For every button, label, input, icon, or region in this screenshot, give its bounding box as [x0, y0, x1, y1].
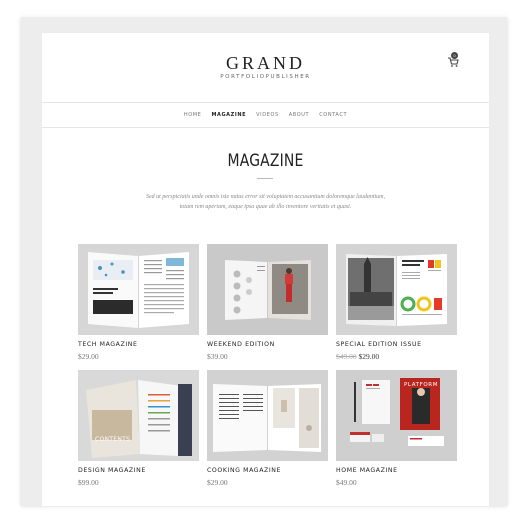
nav-item-magazine[interactable]: MAGAZINE: [211, 112, 246, 118]
product-price: $29.00: [78, 352, 99, 361]
product-image-tech[interactable]: [78, 244, 199, 335]
product-price: $99.00: [78, 478, 99, 487]
product-title[interactable]: SPECIAL EDITION ISSUE: [336, 341, 457, 348]
product-image-special[interactable]: [336, 244, 457, 335]
logo-title[interactable]: GRAND: [42, 53, 489, 74]
main-nav: HOME MAGAZINE VIDEOS ABOUT CONTACT: [42, 103, 489, 128]
product-card-tech[interactable]: TECH MAGAZINE $29.00: [78, 244, 199, 361]
product-image-home[interactable]: PLATFORM: [336, 370, 457, 461]
product-title[interactable]: TECH MAGAZINE: [78, 341, 199, 348]
logo-subtitle: PORTFOLIOPUBLISHER: [220, 74, 311, 80]
nav-item-contact[interactable]: CONTACT: [319, 112, 347, 118]
product-card-home[interactable]: PLATFORM HOME MAGAZINE $49.00: [336, 370, 457, 487]
title-divider: [257, 178, 273, 179]
product-title[interactable]: DESIGN MAGAZINE: [78, 467, 199, 474]
product-image-cooking[interactable]: [207, 370, 328, 461]
product-card-design[interactable]: CONTENTS DESIGN MAGAZINE $99.00: [78, 370, 199, 487]
page-title: MAGAZINE: [227, 151, 304, 171]
nav-item-videos[interactable]: VIDEOS: [256, 112, 279, 118]
site-header: GRAND PORTFOLIOPUBLISHER 0: [42, 33, 489, 103]
nav-item-home[interactable]: HOME: [184, 112, 202, 118]
intro-text: Sed ut perspiciatis unde omnis iste natu…: [145, 194, 386, 210]
website-page: GRAND PORTFOLIOPUBLISHER 0 HOME MAGAZINE…: [42, 33, 489, 506]
thumb-contents-label: CONTENTS: [95, 436, 131, 443]
product-sale-price: $29.00: [358, 352, 380, 361]
product-title[interactable]: WEEKEND EDITION: [207, 341, 328, 348]
product-card-cooking[interactable]: COOKING MAGAZINE $29.00: [207, 370, 328, 487]
product-image-weekend[interactable]: [207, 244, 328, 335]
product-price: $29.00: [207, 478, 228, 487]
product-card-weekend[interactable]: WEEKEND EDITION $39.00: [207, 244, 328, 361]
cart-count-badge: 0: [451, 52, 458, 59]
product-price: $49.00: [336, 478, 357, 487]
nav-item-about[interactable]: ABOUT: [289, 112, 309, 118]
product-old-price: $49.00: [336, 352, 357, 361]
product-price: $39.00: [207, 352, 228, 361]
product-title[interactable]: COOKING MAGAZINE: [207, 467, 328, 474]
product-title[interactable]: HOME MAGAZINE: [336, 467, 457, 474]
product-card-special[interactable]: SPECIAL EDITION ISSUE $49.00 $29.00: [336, 244, 457, 361]
product-price: $49.00 $29.00: [336, 352, 457, 361]
thumb-platform-label: PLATFORM: [404, 382, 439, 388]
product-image-design[interactable]: CONTENTS: [78, 370, 199, 461]
